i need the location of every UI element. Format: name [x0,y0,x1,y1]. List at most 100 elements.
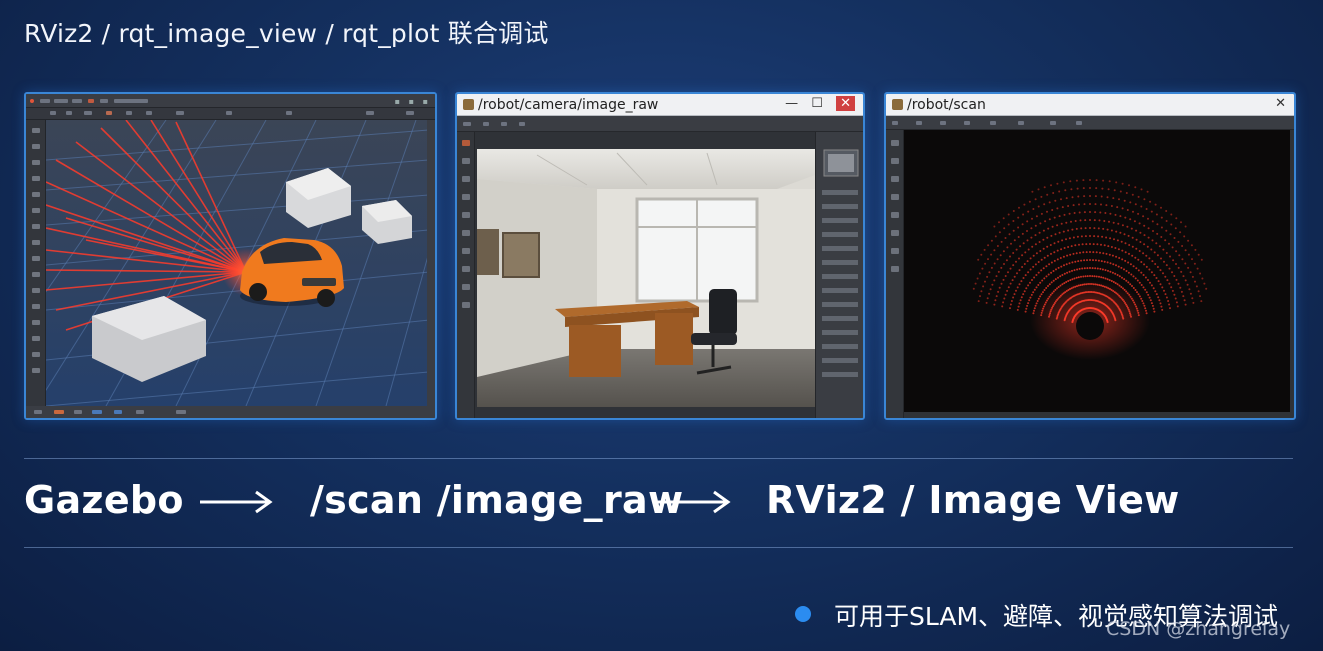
laser-scan-pointcloud [972,179,1208,360]
sidebar-tool-icons[interactable] [26,120,46,410]
scan-point [1145,291,1148,294]
scan-point [1034,304,1037,307]
scan-point [1079,251,1081,254]
scan-point [1121,207,1124,210]
scan-point [1131,245,1134,248]
scan-view-tool-sidebar[interactable] [886,130,904,418]
scan-point [1089,211,1091,213]
scan-point [1052,279,1055,282]
scan-point [1126,306,1129,309]
scan-point [1042,238,1045,241]
scan-point [1102,276,1105,279]
scan-point [1105,286,1108,289]
rviz-3d-viewport[interactable] [46,120,427,406]
scan-point [1107,245,1110,248]
scan-view-titlebar[interactable]: /robot/scan ✕ [886,94,1294,116]
scan-point [1034,243,1037,246]
image-view-toolbar[interactable] [457,116,863,132]
minimize-icon[interactable]: — [785,96,798,111]
scan-point [1084,275,1087,278]
scan-point [1131,254,1134,257]
scan-point [1033,288,1036,291]
scan-point [1115,255,1118,258]
office-camera-image [477,149,815,407]
scan-point [1194,248,1197,251]
scan-point [1169,233,1172,236]
rviz-scrollbar[interactable] [427,120,435,406]
maximize-icon[interactable]: ☐ [811,96,823,111]
scan-point [1150,271,1153,274]
laser-scan-canvas[interactable] [904,130,1290,412]
scan-point [1073,269,1076,272]
scan-point [1159,283,1162,286]
scan-point [1007,213,1010,216]
scan-point [1080,235,1083,238]
scan-point [1129,201,1132,204]
scan-point [1056,287,1058,290]
scan-point [1091,267,1094,270]
scan-point [1018,283,1021,286]
rviz-menubar[interactable]: ▪ ▪ ▪ [26,94,435,108]
scan-point [1096,267,1099,270]
scan-point [1067,205,1070,207]
scan-point [1165,229,1168,232]
image-view-tool-sidebar[interactable] [457,132,475,418]
scan-point [1048,283,1051,286]
rviz-screenshot-panel: ▪ ▪ ▪ [24,92,437,420]
scan-point [1170,213,1173,216]
scan-point [1047,285,1049,287]
rviz-window-controls[interactable]: ▪ ▪ ▪ [395,97,431,106]
scan-point [1101,187,1104,190]
scan-point [1152,307,1155,310]
close-icon[interactable]: ✕ [836,96,855,111]
sidebar-tool-icons[interactable] [457,132,475,412]
scan-point [995,295,998,298]
scan-point [1035,286,1038,289]
scan-point [1133,220,1136,223]
scan-point [1090,283,1093,285]
scan-point [980,290,983,293]
scan-point [1044,301,1047,304]
scan-point [1199,272,1202,275]
scan-point [1144,307,1147,310]
close-icon[interactable]: ✕ [1275,96,1286,111]
scan-point [1035,302,1038,305]
sidebar-tool-icons[interactable] [886,130,904,410]
scan-point [1026,304,1029,307]
scan-point [1109,262,1112,265]
scan-point [1061,206,1064,209]
scan-point [1000,240,1003,243]
scan-point [1043,203,1046,206]
rviz-toolbar[interactable] [26,108,435,120]
scan-point [1104,212,1107,214]
scan-point [1079,219,1082,222]
scan-point [997,270,1000,273]
scan-point [1056,224,1059,227]
rviz-displays-sidebar[interactable] [26,120,46,406]
scan-point [1073,212,1076,214]
scan-point [1177,240,1180,243]
scan-point [1194,280,1196,283]
scan-point [1110,246,1113,248]
scan-point [1140,188,1143,191]
image-view-titlebar[interactable]: /robot/camera/image_raw — ☐ ✕ [457,94,863,116]
scan-point [1180,221,1182,224]
scan-point [1197,290,1200,293]
section-divider-bottom [24,547,1293,548]
scan-point [1123,288,1126,291]
image-view-properties-dock[interactable] [815,132,863,418]
scan-point [1061,274,1064,276]
scan-point [1021,232,1024,235]
scan-point [1182,275,1185,278]
scan-point [1078,243,1080,246]
scan-point [1169,255,1171,258]
scan-point [1071,269,1073,272]
scan-point [1048,263,1051,266]
scan-point [1067,229,1070,232]
scan-view-toolbar[interactable] [886,116,1294,130]
scan-point [1129,283,1132,286]
scan-point [1137,311,1140,314]
scan-point [1191,258,1193,261]
scan-point [1003,227,1006,230]
scan-point [1175,263,1177,265]
